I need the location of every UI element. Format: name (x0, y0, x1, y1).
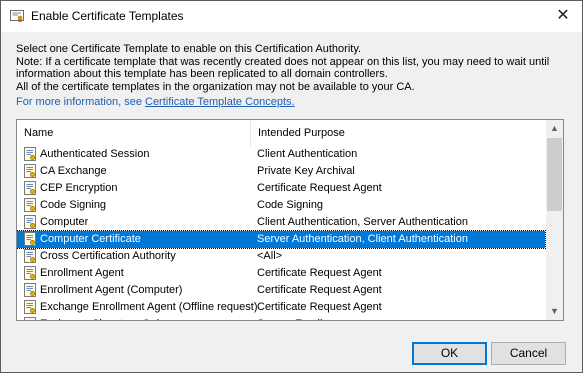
table-row[interactable]: Computer Client Authentication, Server Au… (17, 214, 545, 231)
window-title: Enable Certificate Templates (31, 9, 184, 23)
certificate-templates-list[interactable]: Name Intended Purpose Authenticated Sess… (16, 119, 564, 321)
instructions-text: Select one Certificate Template to enabl… (16, 43, 576, 93)
certificate-template-icon (24, 266, 38, 281)
certificate-template-icon (24, 300, 38, 315)
intended-purpose: Secure Email (257, 316, 322, 320)
instruction-line: Note: If a certificate template that was… (16, 55, 550, 68)
template-name: CA Exchange (40, 165, 107, 177)
close-button[interactable]: ✕ (554, 7, 572, 25)
intended-purpose: Code Signing (257, 199, 324, 211)
certificate-template-icon (24, 283, 38, 298)
template-name: Cross Certification Authority (40, 250, 176, 262)
instruction-line: All of the certificate templates in the … (16, 80, 415, 93)
ok-button[interactable]: OK (412, 342, 487, 365)
template-name: Exchange Enrollment Agent (Offline reque… (40, 301, 258, 313)
vertical-scrollbar[interactable]: ▲ ▼ (546, 120, 563, 320)
table-row[interactable]: Exchange Enrollment Agent (Offline reque… (17, 299, 545, 316)
instruction-line: Select one Certificate Template to enabl… (16, 43, 362, 55)
intended-purpose: Certificate Request Agent (257, 301, 382, 313)
table-row[interactable]: Computer Certificate Server Authenticatio… (17, 230, 546, 249)
more-info-prefix: For more information, see (16, 96, 145, 108)
list-header: Name Intended Purpose (17, 120, 545, 146)
template-name: Exchange Signature Only (40, 316, 165, 320)
certificate-icon (10, 10, 24, 23)
intended-purpose: Client Authentication, Server Authentica… (257, 216, 468, 228)
table-row[interactable]: CEP Encryption Certificate Request Agent (17, 180, 545, 197)
table-row[interactable]: Enrollment Agent Certificate Request Agen… (17, 265, 545, 282)
table-row[interactable]: Code Signing Code Signing (17, 197, 545, 214)
table-row[interactable]: Authenticated Session Client Authenticati… (17, 146, 545, 163)
certificate-template-icon (24, 164, 38, 179)
template-name: Computer (40, 216, 89, 228)
scroll-thumb[interactable] (547, 138, 562, 211)
intended-purpose: Client Authentication (257, 148, 358, 160)
column-header-name[interactable]: Name (17, 120, 250, 146)
more-info: For more information, see Certificate Te… (16, 96, 295, 108)
template-name: CEP Encryption (40, 182, 118, 194)
table-row[interactable]: Exchange Signature Only Secure Email (17, 316, 545, 320)
certificate-template-icon (24, 181, 38, 196)
scroll-up-arrow-icon[interactable]: ▲ (546, 120, 563, 137)
instruction-line: information about this template has been… (16, 68, 388, 81)
close-icon: ✕ (556, 7, 570, 24)
certificate-template-icon (24, 198, 38, 213)
template-name: Code Signing (40, 199, 107, 211)
table-row[interactable]: Cross Certification Authority <All> (17, 248, 545, 265)
certificate-template-icon (24, 249, 38, 264)
intended-purpose: Certificate Request Agent (257, 284, 382, 296)
certificate-template-icon (24, 317, 38, 320)
column-header-intended-purpose[interactable]: Intended Purpose (250, 120, 545, 146)
certificate-template-icon (24, 215, 38, 230)
intended-purpose: Private Key Archival (257, 165, 355, 177)
table-row[interactable]: Enrollment Agent (Computer) Certificate R… (17, 282, 545, 299)
intended-purpose: Certificate Request Agent (257, 267, 382, 279)
title-bar[interactable]: Enable Certificate Templates ✕ (1, 1, 582, 32)
certificate-template-icon (24, 232, 38, 247)
certificate-template-icon (24, 147, 38, 162)
template-name: Computer Certificate (40, 233, 141, 245)
intended-purpose: <All> (257, 250, 283, 262)
template-name: Enrollment Agent (Computer) (40, 284, 183, 296)
cancel-button[interactable]: Cancel (491, 342, 566, 365)
scroll-down-arrow-icon[interactable]: ▼ (546, 303, 563, 320)
template-name: Enrollment Agent (40, 267, 124, 279)
list-rows: Authenticated Session Client Authenticati… (17, 146, 546, 320)
intended-purpose: Certificate Request Agent (257, 182, 382, 194)
certificate-template-concepts-link[interactable]: Certificate Template Concepts. (145, 96, 295, 108)
enable-certificate-templates-dialog: Enable Certificate Templates ✕ Select on… (0, 0, 583, 373)
table-row[interactable]: CA Exchange Private Key Archival (17, 163, 545, 180)
template-name: Authenticated Session (40, 148, 150, 160)
intended-purpose: Server Authentication, Client Authentica… (257, 233, 468, 245)
